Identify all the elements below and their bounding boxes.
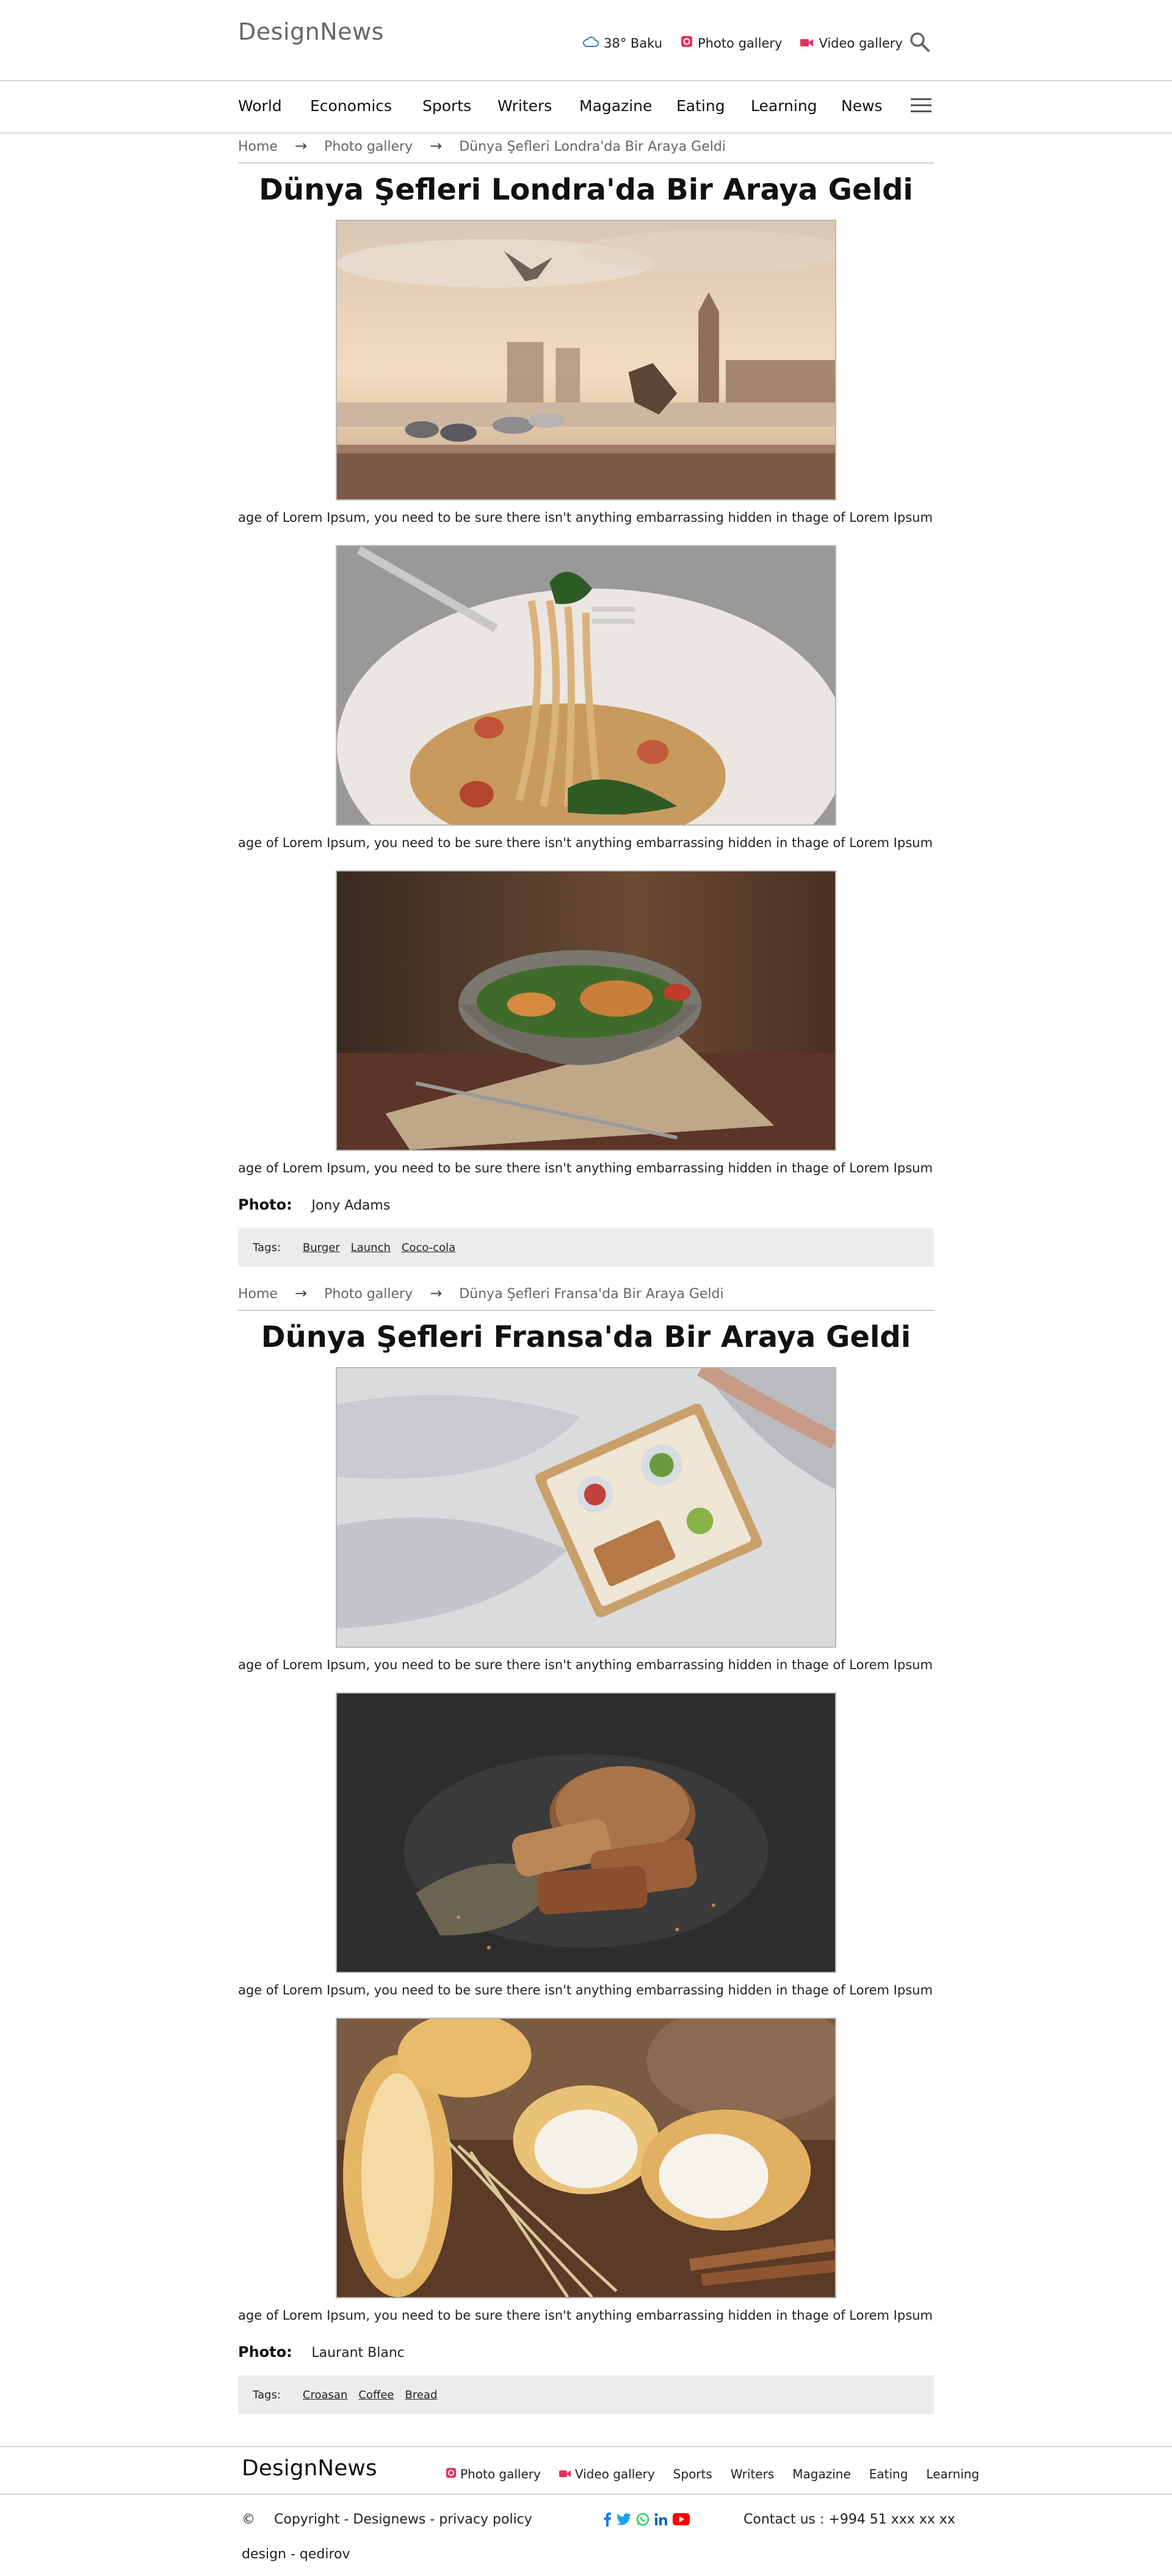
tag-link[interactable]: Coco-cola <box>402 1241 455 1254</box>
arrow-right-icon: → <box>430 1285 443 1302</box>
arrow-right-icon: → <box>430 137 443 154</box>
footer-link-learning[interactable]: Learning <box>926 2467 979 2481</box>
nav-item-learning[interactable]: Learning <box>751 97 817 115</box>
nav-item-writers[interactable]: Writers <box>497 97 552 115</box>
article-title: Dünya Şefleri Fransa'da Bir Araya Geldi <box>261 1320 911 1354</box>
header-tools: 38° Baku Photo gallery Video gallery <box>583 35 921 51</box>
tag-link[interactable]: Launch <box>351 1241 391 1254</box>
nav-item-magazine[interactable]: Magazine <box>579 97 652 115</box>
breadcrumb-photo-gallery[interactable]: Photo gallery <box>324 1286 413 1302</box>
site-logo[interactable]: DesignNews <box>238 18 384 45</box>
photo-gallery-label: Photo gallery <box>698 35 783 51</box>
gallery-photo-bread-slices <box>336 1692 836 1973</box>
tag-link[interactable]: Burger <box>303 1241 340 1254</box>
tag-link[interactable]: Bread <box>405 2389 438 2401</box>
linkedin-icon[interactable] <box>654 2513 668 2526</box>
breadcrumb-home[interactable]: Home <box>238 139 278 154</box>
gallery-photo-salad <box>336 870 836 1151</box>
camera-icon <box>681 35 698 51</box>
photo-caption: age of Lorem Ipsum, you need to be sure … <box>238 1161 934 1175</box>
gallery-photo-london <box>336 220 836 500</box>
tag-link[interactable]: Coffee <box>358 2389 394 2401</box>
breadcrumb-current: Dünya Şefleri Fransa'da Bir Araya Geldi <box>459 1286 724 1302</box>
tags-label: Tags: <box>253 1241 281 1254</box>
hamburger-icon <box>911 98 931 112</box>
copyright-icon: © <box>242 2512 255 2527</box>
photo-caption: age of Lorem Ipsum, you need to be sure … <box>238 1983 934 1997</box>
breadcrumb: Home → Photo gallery → Dünya Şefleri Lon… <box>238 139 934 164</box>
video-camera-icon <box>559 2467 575 2481</box>
arrow-right-icon: → <box>294 1285 308 1302</box>
photo-caption: age of Lorem Ipsum, you need to be sure … <box>238 835 934 850</box>
contact-info: Contact us : +994 51 xxx xx xx <box>743 2512 955 2527</box>
nav-item-eating[interactable]: Eating <box>676 97 725 115</box>
cloud-icon <box>583 36 604 51</box>
nav-item-news[interactable]: News <box>841 97 883 115</box>
facebook-icon[interactable] <box>603 2512 612 2527</box>
photo-gallery-link[interactable]: Photo gallery <box>681 35 782 51</box>
copyright: © Copyright - Designews - privacy policy <box>242 2512 532 2527</box>
camera-icon <box>446 2467 460 2481</box>
top-header: DesignNews 38° Baku Photo gallery Video … <box>0 0 1172 81</box>
video-camera-icon <box>800 36 819 51</box>
photo-caption: age of Lorem Ipsum, you need to be sure … <box>238 1658 934 1672</box>
tags-bar: Tags: Croasan Coffee Bread <box>238 2375 934 2414</box>
tag-link[interactable]: Croasan <box>303 2389 347 2401</box>
footer-links: Photo gallery Video gallery Sports Write… <box>446 2467 997 2481</box>
breadcrumb-home[interactable]: Home <box>238 1286 278 1302</box>
article-title: Dünya Şefleri Londra'da Bir Araya Geldi <box>259 173 913 207</box>
video-gallery-link[interactable]: Video gallery <box>800 35 903 51</box>
breadcrumb: Home → Photo gallery → Dünya Şefleri Fra… <box>238 1286 934 1311</box>
search-icon <box>910 32 930 55</box>
site-footer: DesignNews Photo gallery Video gallery S… <box>0 2446 1172 2576</box>
footer-link-sports[interactable]: Sports <box>673 2467 712 2481</box>
photo-credit-author: Jony Adams <box>311 1198 391 1213</box>
footer-top-row: DesignNews Photo gallery Video gallery S… <box>0 2447 1172 2495</box>
social-links <box>603 2512 695 2527</box>
footer-link-photo-gallery[interactable]: Photo gallery <box>446 2467 541 2481</box>
photo-credit-author: Laurant Blanc <box>311 2345 405 2361</box>
design-credit: design - qedirov <box>242 2547 350 2562</box>
tags-label: Tags: <box>253 2388 281 2401</box>
gallery-photo-breakfast <box>336 1367 836 1648</box>
gallery-photo-baguettes <box>336 2018 836 2298</box>
footer-link-magazine[interactable]: Magazine <box>792 2467 851 2481</box>
video-gallery-label: Video gallery <box>819 35 903 51</box>
nav-item-economics[interactable]: Economics <box>310 97 392 115</box>
menu-button[interactable] <box>911 98 931 117</box>
photo-credit-label: Photo: <box>238 2343 292 2361</box>
footer-link-writers[interactable]: Writers <box>731 2467 774 2481</box>
gallery-photo-pasta <box>336 545 836 826</box>
photo-caption: age of Lorem Ipsum, you need to be sure … <box>238 2308 934 2323</box>
breadcrumb-photo-gallery[interactable]: Photo gallery <box>324 139 413 154</box>
photo-caption: age of Lorem Ipsum, you need to be sure … <box>238 510 934 525</box>
footer-link-video-gallery[interactable]: Video gallery <box>559 2467 655 2481</box>
footer-link-label: Photo gallery <box>460 2467 541 2481</box>
photo-credit: Photo: Jony Adams <box>238 1196 390 1213</box>
main-nav: World Economics Sports Writers Magazine … <box>0 81 1172 134</box>
search-button[interactable] <box>910 32 930 55</box>
weather-text: 38° Baku <box>604 35 662 51</box>
arrow-right-icon: → <box>294 137 308 154</box>
nav-item-sports[interactable]: Sports <box>422 97 471 115</box>
footer-logo[interactable]: DesignNews <box>242 2456 377 2481</box>
copyright-text: Copyright - Designews - privacy policy <box>274 2512 532 2527</box>
tags-bar: Tags: Burger Launch Coco-cola <box>238 1228 934 1267</box>
breadcrumb-current: Dünya Şefleri Londra'da Bir Araya Geldi <box>459 139 726 154</box>
photo-credit: Photo: Laurant Blanc <box>238 2343 405 2361</box>
weather-widget: 38° Baku <box>583 36 662 51</box>
footer-link-label: Video gallery <box>574 2467 655 2481</box>
youtube-icon[interactable] <box>673 2513 690 2525</box>
twitter-icon[interactable] <box>617 2513 631 2525</box>
footer-link-eating[interactable]: Eating <box>869 2467 908 2481</box>
nav-item-world[interactable]: World <box>238 97 282 115</box>
photo-credit-label: Photo: <box>238 1196 292 1213</box>
whatsapp-icon[interactable] <box>636 2513 649 2526</box>
